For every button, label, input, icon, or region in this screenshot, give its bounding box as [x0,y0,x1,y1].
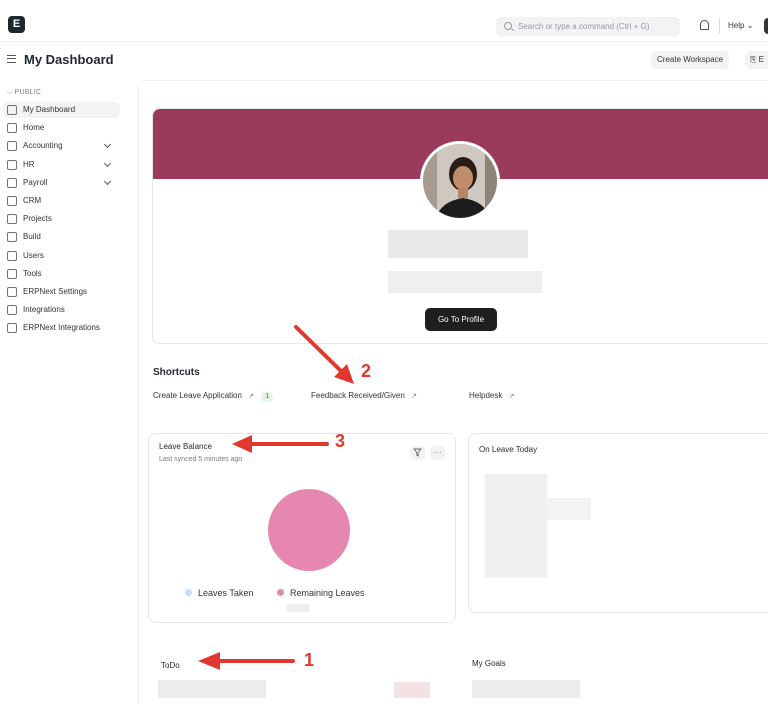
annotation-number-1: 1 [304,650,315,670]
annotation-arrow-3 [232,435,329,453]
annotation-arrow-2 [294,325,354,384]
annotation-number-3: 3 [335,431,346,451]
annotation-arrows [198,325,354,670]
annotation-arrow-1 [198,652,295,670]
annotation-number-2: 2 [361,361,372,381]
